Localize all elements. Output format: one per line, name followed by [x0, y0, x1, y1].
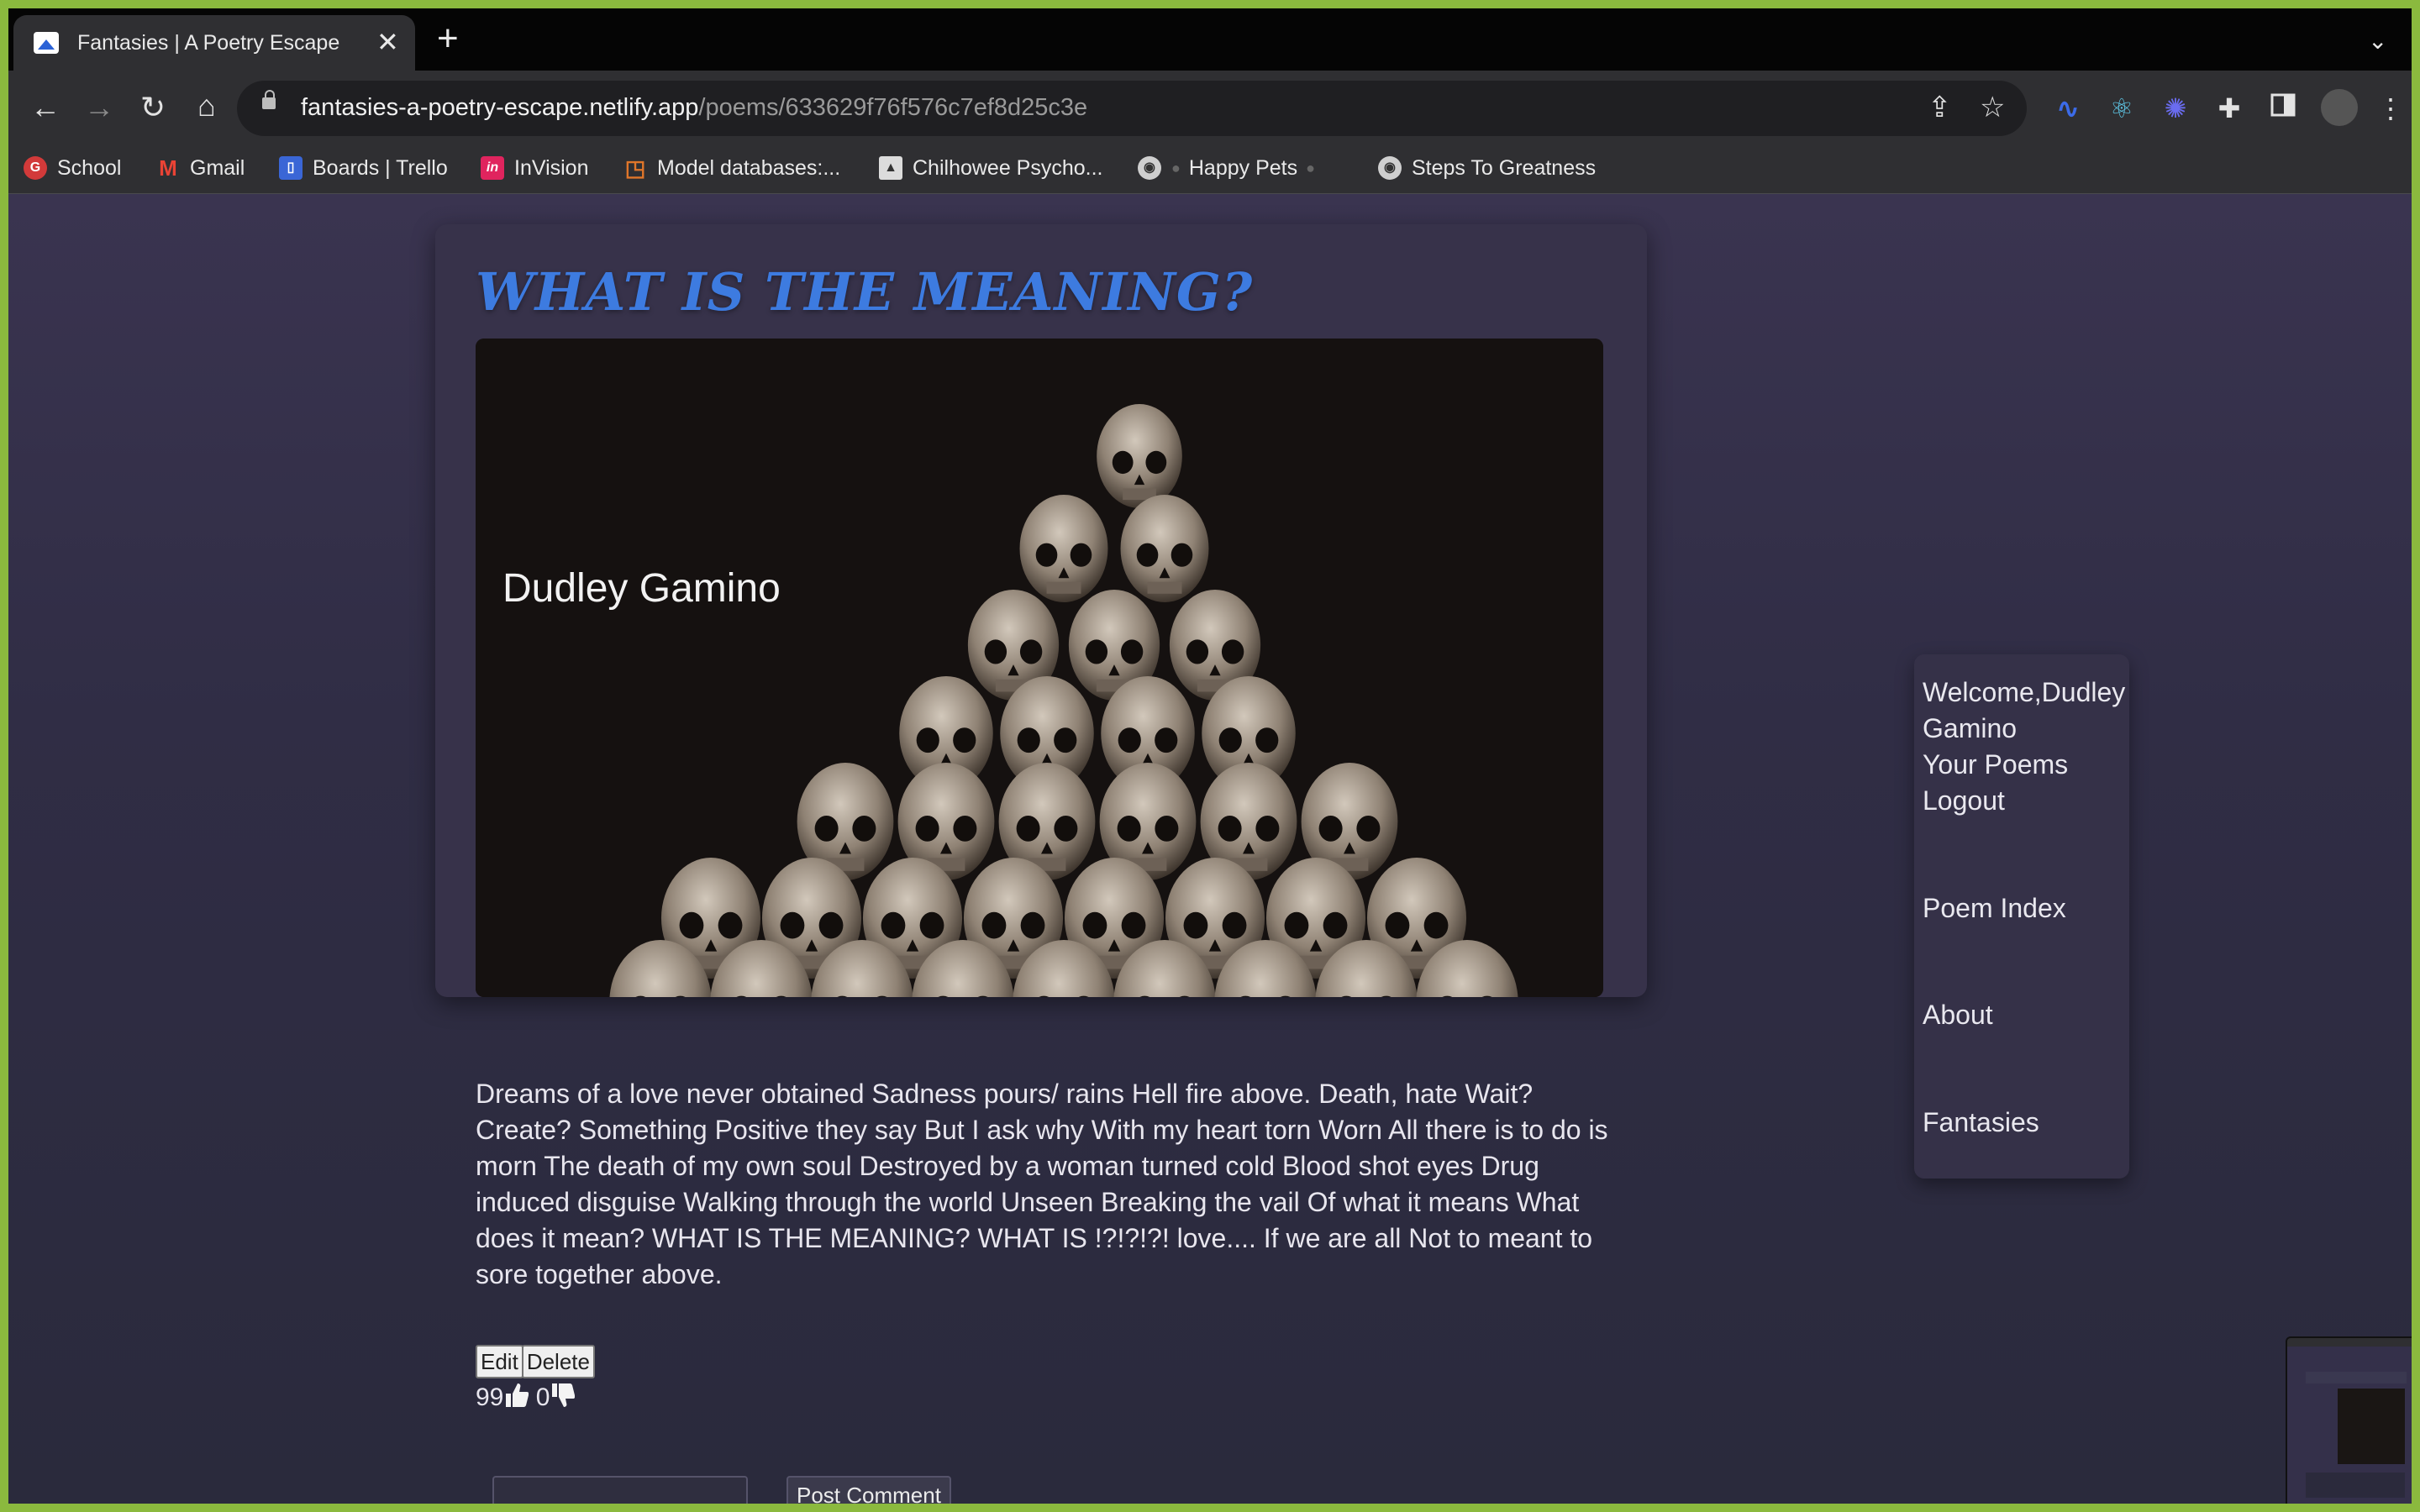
bookmark-label: Chilhowee Psycho... — [913, 155, 1103, 180]
poem-body: Dreams of a love never obtained Sadness … — [476, 1079, 1608, 1289]
poem-card: WHAT IS THE MEANING? Dudley Gamino — [435, 224, 1647, 997]
bookmarks-bar: G School M Gmail ▯ Boards | Trello in In… — [8, 146, 2412, 194]
menu-poem-index[interactable]: Poem Index — [1923, 890, 2066, 927]
bookmark-gmail[interactable]: M Gmail — [156, 151, 245, 185]
browser-toolbar: ← → ↻ ⌂ fantasies-a-poetry-escape.netlif… — [8, 71, 2412, 146]
url-path: /poems/633629f76f576c7ef8d25c3e — [698, 94, 1088, 121]
bookmark-label: Model databases:... — [657, 155, 841, 180]
menu-logout[interactable]: Logout — [1923, 783, 2005, 819]
menu-about[interactable]: About — [1923, 997, 1993, 1033]
comment-input[interactable] — [492, 1476, 748, 1504]
invision-icon: in — [481, 156, 504, 180]
home-icon[interactable]: ⌂ — [188, 89, 225, 123]
paw-icon: ● — [1171, 159, 1181, 176]
paw-icon: ● — [1306, 159, 1315, 176]
likes-count: 99 — [476, 1383, 504, 1411]
bookmark-trello[interactable]: ▯ Boards | Trello — [279, 151, 448, 185]
bookmark-label: Steps To Greatness — [1412, 155, 1597, 180]
tab-active[interactable]: Fantasies | A Poetry Escape ✕ — [13, 15, 415, 71]
bookmark-school[interactable]: G School — [24, 151, 121, 185]
extensions-puzzle-icon[interactable]: ✚ — [2213, 92, 2245, 124]
bookmark-steps-to-greatness[interactable]: ◉ Steps To Greatness — [1378, 151, 1596, 185]
bookmark-model-databases[interactable]: ◳ Model databases:... — [623, 151, 841, 185]
page-content: WHAT IS THE MEANING? Dudley Gamino Dream… — [8, 194, 2412, 1504]
back-icon[interactable]: ← — [27, 91, 64, 124]
bookmark-label: Happy Pets — [1188, 155, 1298, 180]
bookmark-label: Gmail — [190, 155, 245, 180]
chilhowee-icon: ▲ — [879, 156, 902, 180]
welcome-name: Gamino — [1923, 713, 2018, 743]
skull-pile-image — [476, 339, 1603, 997]
tab-title: Fantasies | A Poetry Escape — [77, 31, 340, 55]
profile-avatar[interactable] — [2321, 89, 2358, 126]
thumbs-up-icon[interactable] — [503, 1382, 529, 1409]
delete-button[interactable]: Delete — [521, 1345, 595, 1378]
bookmark-happy-pets[interactable]: ◉ ● Happy Pets ● — [1138, 151, 1315, 185]
forward-icon[interactable]: → — [81, 91, 118, 124]
poem-actions: Edit Delete — [476, 1345, 595, 1378]
bookmark-chilhowee[interactable]: ▲ Chilhowee Psycho... — [879, 151, 1103, 185]
gmail-icon: M — [159, 155, 177, 181]
extension-asterisk-icon[interactable]: ✺ — [2160, 92, 2191, 124]
globe-icon: ◉ — [1138, 156, 1161, 180]
site-favicon-icon — [34, 32, 59, 54]
menu-your-poems[interactable]: Your Poems — [1923, 747, 2068, 783]
poem-author: Dudley Gamino — [502, 566, 781, 611]
edit-button[interactable]: Edit — [476, 1345, 523, 1378]
ga-icon: G — [24, 156, 47, 180]
side-panel-icon[interactable] — [2267, 92, 2299, 124]
post-comment-button[interactable]: Post Comment — [786, 1476, 951, 1504]
model-icon: ◳ — [624, 155, 646, 181]
menu-fantasies[interactable]: Fantasies — [1923, 1105, 2039, 1141]
poem-title: WHAT IS THE MEANING? — [476, 261, 1254, 323]
url-host: fantasies-a-poetry-escape.netlify.app — [301, 94, 699, 121]
lock-icon[interactable] — [262, 90, 276, 109]
new-tab-icon[interactable]: + — [437, 20, 459, 57]
tab-close-icon[interactable]: ✕ — [376, 25, 399, 59]
poem-image: Dudley Gamino — [476, 339, 1603, 997]
welcome-text: Welcome,Dudley — [1923, 677, 2126, 707]
bookmark-invision[interactable]: in InVision — [481, 151, 589, 185]
trello-icon: ▯ — [279, 156, 302, 180]
chrome-menu-icon[interactable]: ⋮ — [2375, 92, 2407, 124]
screen-recording-thumbnail[interactable] — [2286, 1336, 2412, 1504]
bookmark-label: InVision — [514, 155, 589, 180]
side-menu: Welcome,Dudley Gamino Your Poems Logout … — [1914, 654, 2129, 1179]
extension-waves-icon[interactable]: ∿ — [2052, 92, 2084, 124]
globe-icon: ◉ — [1378, 156, 1402, 180]
reload-icon[interactable]: ↻ — [134, 91, 171, 124]
bookmark-label: School — [57, 155, 122, 180]
tab-search-chevron-icon[interactable]: ⌄ — [2368, 27, 2387, 55]
dislikes-count: 0 — [535, 1383, 550, 1411]
share-icon[interactable]: ⇪ — [1928, 91, 1952, 124]
address-bar[interactable]: fantasies-a-poetry-escape.netlify.app/po… — [237, 81, 2027, 136]
browser-window: Fantasies | A Poetry Escape ✕ + ⌄ ← → ↻ … — [8, 8, 2412, 1504]
react-devtools-icon[interactable]: ⚛ — [2106, 92, 2138, 124]
tab-strip: Fantasies | A Poetry Escape ✕ + ⌄ — [8, 8, 2412, 71]
bookmark-label: Boards | Trello — [313, 155, 448, 180]
thumbs-down-icon[interactable] — [550, 1382, 576, 1409]
bookmark-star-icon[interactable]: ☆ — [1980, 91, 2005, 124]
vote-counts: 99 0 — [476, 1382, 576, 1412]
url-text[interactable]: fantasies-a-poetry-escape.netlify.app/po… — [301, 94, 1087, 122]
